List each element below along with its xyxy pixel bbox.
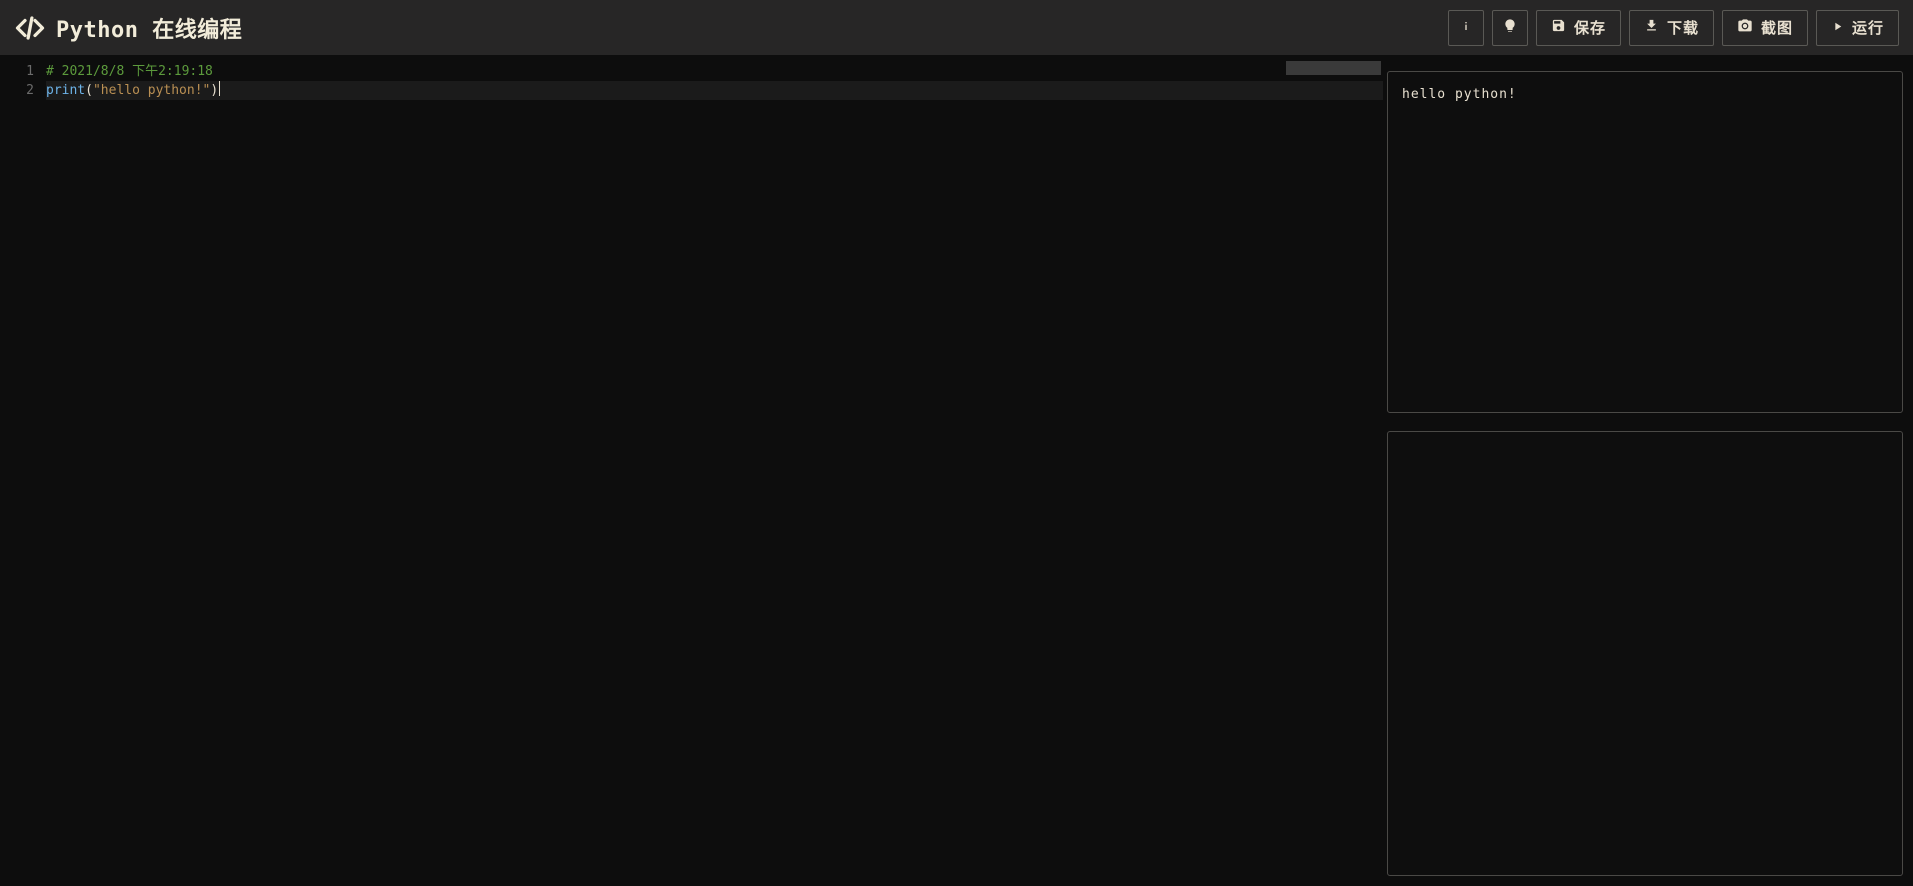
download-button[interactable]: 下载 [1629, 10, 1714, 46]
editor-scrollbar[interactable] [1286, 61, 1381, 75]
editor-pane[interactable]: 12 # 2021/8/8 下午2:19:18 print("hello pyth… [0, 55, 1383, 886]
token: ) [210, 83, 218, 98]
code-line[interactable]: # 2021/8/8 下午2:19:18 [46, 62, 1383, 81]
token: "hello python!" [93, 83, 210, 98]
output-column: hello python! [1383, 55, 1913, 886]
token: ( [85, 83, 93, 98]
token: # 2021/8/8 下午2:19:18 [46, 64, 213, 79]
app-root: Python 在线编程 保存 [0, 0, 1913, 886]
code-area[interactable]: # 2021/8/8 下午2:19:18 print("hello python!… [46, 55, 1383, 886]
input-panel[interactable] [1387, 431, 1903, 876]
output-text: hello python! [1402, 87, 1517, 102]
camera-icon [1737, 18, 1753, 38]
save-icon [1551, 18, 1566, 37]
line-gutter: 12 [0, 55, 46, 886]
save-label: 保存 [1574, 17, 1606, 38]
logo-title-group: Python 在线编程 [14, 12, 242, 44]
run-label: 运行 [1852, 17, 1884, 38]
play-icon [1831, 19, 1844, 37]
token: print [46, 83, 85, 98]
download-icon [1644, 18, 1659, 37]
line-number: 1 [0, 62, 34, 81]
cursor [219, 81, 220, 96]
screenshot-label: 截图 [1761, 17, 1793, 38]
info-button[interactable] [1448, 10, 1484, 46]
toolbar: 保存 下载 截图 运行 [1448, 10, 1899, 46]
code-line[interactable]: print("hello python!") [46, 81, 1383, 100]
header: Python 在线编程 保存 [0, 0, 1913, 55]
screenshot-button[interactable]: 截图 [1722, 10, 1808, 46]
bulb-icon [1502, 18, 1518, 38]
line-number: 2 [0, 81, 34, 100]
download-label: 下载 [1667, 17, 1699, 38]
save-button[interactable]: 保存 [1536, 10, 1621, 46]
hint-button[interactable] [1492, 10, 1528, 46]
code-icon [14, 12, 46, 44]
info-icon [1458, 18, 1474, 38]
output-panel: hello python! [1387, 71, 1903, 413]
page-title: Python 在线编程 [56, 12, 242, 44]
body: 12 # 2021/8/8 下午2:19:18 print("hello pyth… [0, 55, 1913, 886]
run-button[interactable]: 运行 [1816, 10, 1899, 46]
